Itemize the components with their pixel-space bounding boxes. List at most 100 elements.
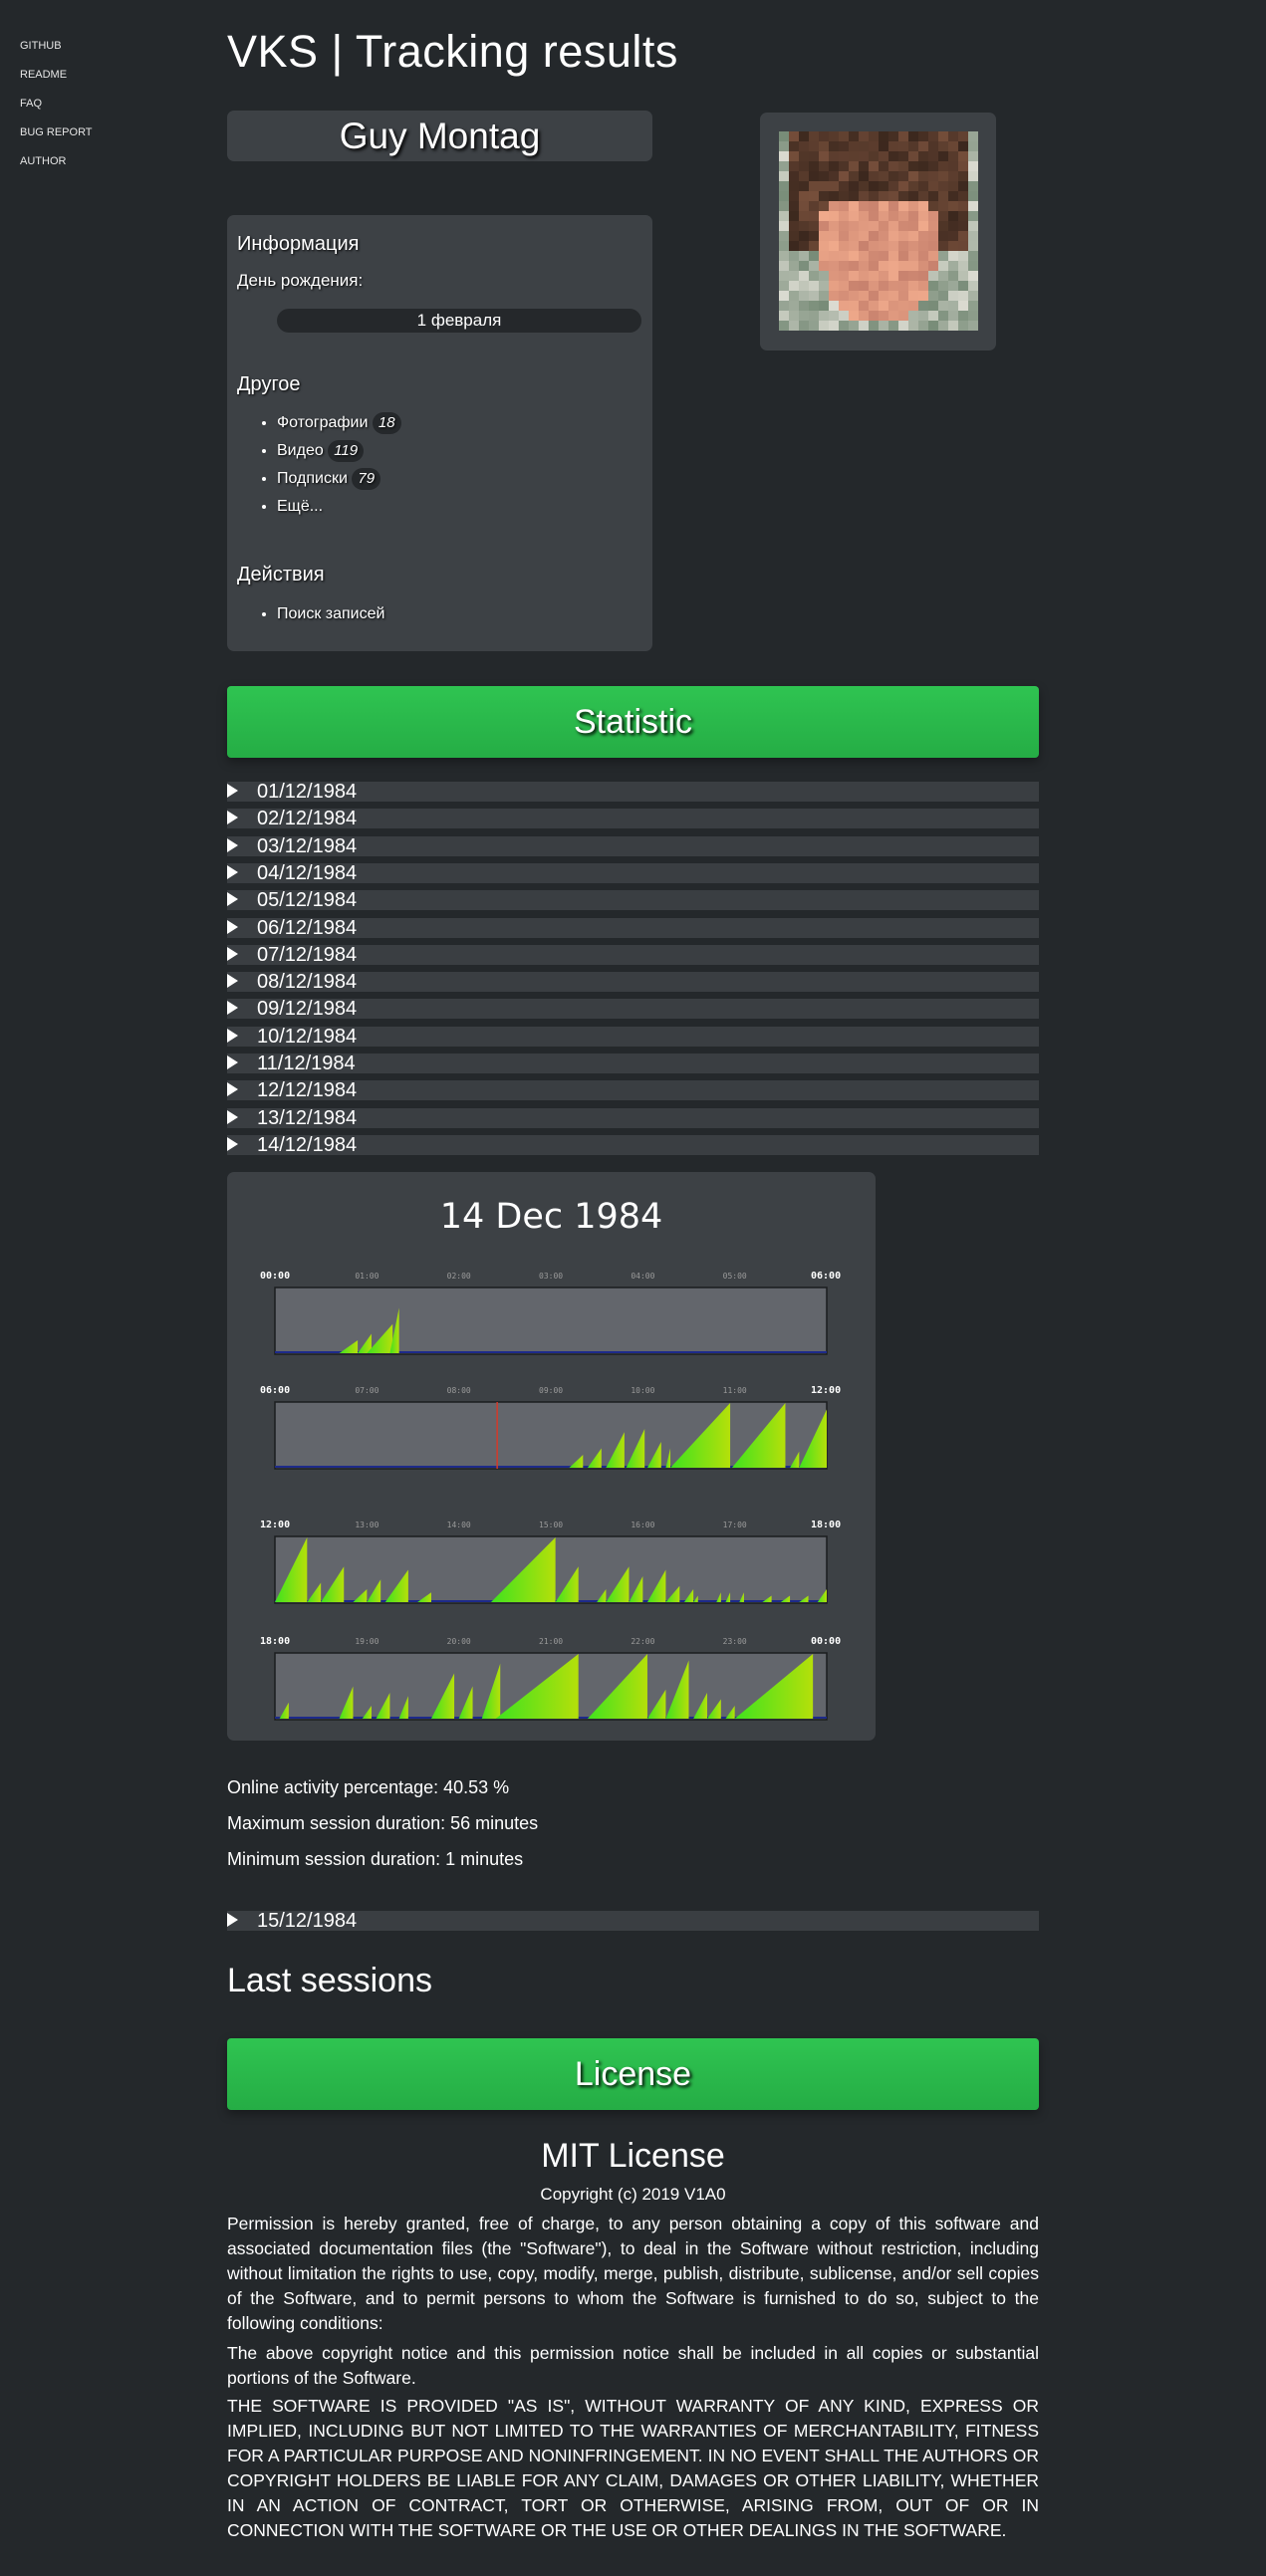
avatar-pixel [789, 291, 799, 301]
avatar-pixel [879, 171, 888, 181]
more-link[interactable]: Ещё... [277, 498, 323, 515]
avatar-pixel [968, 241, 978, 251]
search-posts-link[interactable]: Поиск записей [277, 605, 384, 622]
day-row[interactable]: 14/12/1984 [227, 1134, 1039, 1155]
day-row[interactable]: 02/12/1984 [227, 809, 1039, 829]
avatar-pixel [908, 221, 918, 231]
action-search-posts[interactable]: Поиск записей [277, 602, 384, 630]
day-row[interactable]: 10/12/1984 [227, 1026, 1039, 1047]
avatar-pixel [859, 241, 869, 251]
list-item-photos[interactable]: Фотографии 18 [277, 411, 401, 439]
sidebar-link-author[interactable]: AUTHOR [20, 153, 93, 182]
avatar-pixel [819, 311, 829, 321]
sidebar-link-github[interactable]: GITHUB [20, 38, 93, 67]
avatar-pixel [968, 161, 978, 171]
list-item-video[interactable]: Видео 119 [277, 439, 401, 467]
avatar-pixel [968, 191, 978, 201]
avatar-pixel [779, 171, 789, 181]
avatar-pixel [869, 161, 879, 171]
avatar-pixel [898, 171, 908, 181]
day-row[interactable]: 06/12/1984 [227, 917, 1039, 938]
avatar-pixel [968, 301, 978, 311]
tick-label: 00:00 [811, 1636, 841, 1647]
avatar-pixel [839, 271, 849, 281]
avatar-pixel [918, 221, 928, 231]
avatar-pixel [799, 131, 809, 141]
avatar-pixel [849, 291, 859, 301]
avatar-pixel [958, 301, 968, 311]
avatar-pixel [948, 271, 958, 281]
avatar-pixel [849, 171, 859, 181]
avatar-pixel [849, 191, 859, 201]
day-row[interactable]: 08/12/1984 [227, 972, 1039, 993]
video-link[interactable]: Видео [277, 442, 324, 459]
expand-triangle-icon [227, 946, 238, 961]
avatar-pixel [938, 301, 948, 311]
avatar-pixel [918, 241, 928, 251]
avatar-pixel [809, 291, 819, 301]
avatar-pixel [829, 181, 839, 191]
expand-triangle-icon [227, 1001, 238, 1016]
avatar-pixel [948, 231, 958, 241]
avatar-pixel [928, 181, 938, 191]
avatar-pixel [968, 261, 978, 271]
avatar-pixel [819, 181, 829, 191]
avatar-pixel [799, 271, 809, 281]
license-paragraph-1: Permission is hereby granted, free of ch… [227, 2214, 1039, 2333]
avatar-pixel [799, 321, 809, 331]
avatar-pixel [839, 261, 849, 271]
avatar-pixel [928, 321, 938, 331]
sidebar-link-readme[interactable]: README [20, 67, 93, 96]
avatar-pixel [789, 171, 799, 181]
avatar-pixel [958, 221, 968, 231]
photos-count-badge: 18 [372, 412, 401, 434]
avatar-pixel [879, 271, 888, 281]
license-button[interactable]: License [227, 2038, 1039, 2110]
list-item-more[interactable]: Ещё... [277, 495, 401, 523]
avatar-pixel [789, 321, 799, 331]
day-label: 04/12/1984 [257, 861, 358, 884]
avatar-pixel [928, 241, 938, 251]
day-row[interactable]: 01/12/1984 [227, 782, 1039, 802]
list-item-subscriptions[interactable]: Подписки 79 [277, 467, 401, 495]
avatar-pixel [849, 181, 859, 191]
avatar-pixel [789, 231, 799, 241]
sidebar-link-faq[interactable]: FAQ [20, 96, 93, 124]
tick-label: 12:00 [260, 1520, 290, 1530]
avatar-pixel [839, 171, 849, 181]
photos-link[interactable]: Фотографии [277, 414, 368, 431]
tick-label: 13:00 [355, 1521, 379, 1529]
day-row[interactable]: 11/12/1984 [227, 1054, 1039, 1073]
day-row[interactable]: 04/12/1984 [227, 861, 1039, 884]
tick-label: 07:00 [355, 1386, 379, 1395]
avatar-pixel [938, 211, 948, 221]
min-session: Minimum session duration: 1 minutes [227, 1849, 524, 1869]
avatar-pixel [789, 311, 799, 321]
day-row[interactable]: 07/12/1984 [227, 944, 1039, 965]
statistic-button[interactable]: Statistic [227, 686, 1039, 758]
birthday-label: День рождения: [237, 271, 364, 290]
day-row[interactable]: 13/12/1984 [227, 1107, 1039, 1128]
avatar-pixel [829, 311, 839, 321]
tick-label: 16:00 [631, 1521, 654, 1529]
avatar-pixel [898, 211, 908, 221]
day-row[interactable]: 09/12/1984 [227, 999, 1039, 1020]
avatar-pixel [888, 251, 898, 261]
day-row[interactable]: 05/12/1984 [227, 890, 1039, 911]
avatar-pixel [958, 211, 968, 221]
day-row[interactable]: 12/12/1984 [227, 1080, 1039, 1101]
day-row[interactable]: 15/12/1984 [227, 1911, 1039, 1931]
other-heading: Другое [237, 373, 301, 395]
avatar-pixel [888, 141, 898, 151]
avatar-pixel [819, 321, 829, 331]
sidebar-link-bug-report[interactable]: BUG REPORT [20, 124, 93, 153]
day-row[interactable]: 03/12/1984 [227, 835, 1039, 856]
tick-label: 08:00 [447, 1386, 471, 1395]
avatar-pixel [879, 281, 888, 291]
subscriptions-link[interactable]: Подписки [277, 470, 348, 487]
avatar-pixel [849, 321, 859, 331]
avatar-pixel [968, 231, 978, 241]
avatar-pixel [918, 311, 928, 321]
avatar-pixel [859, 291, 869, 301]
avatar-pixel [898, 221, 908, 231]
